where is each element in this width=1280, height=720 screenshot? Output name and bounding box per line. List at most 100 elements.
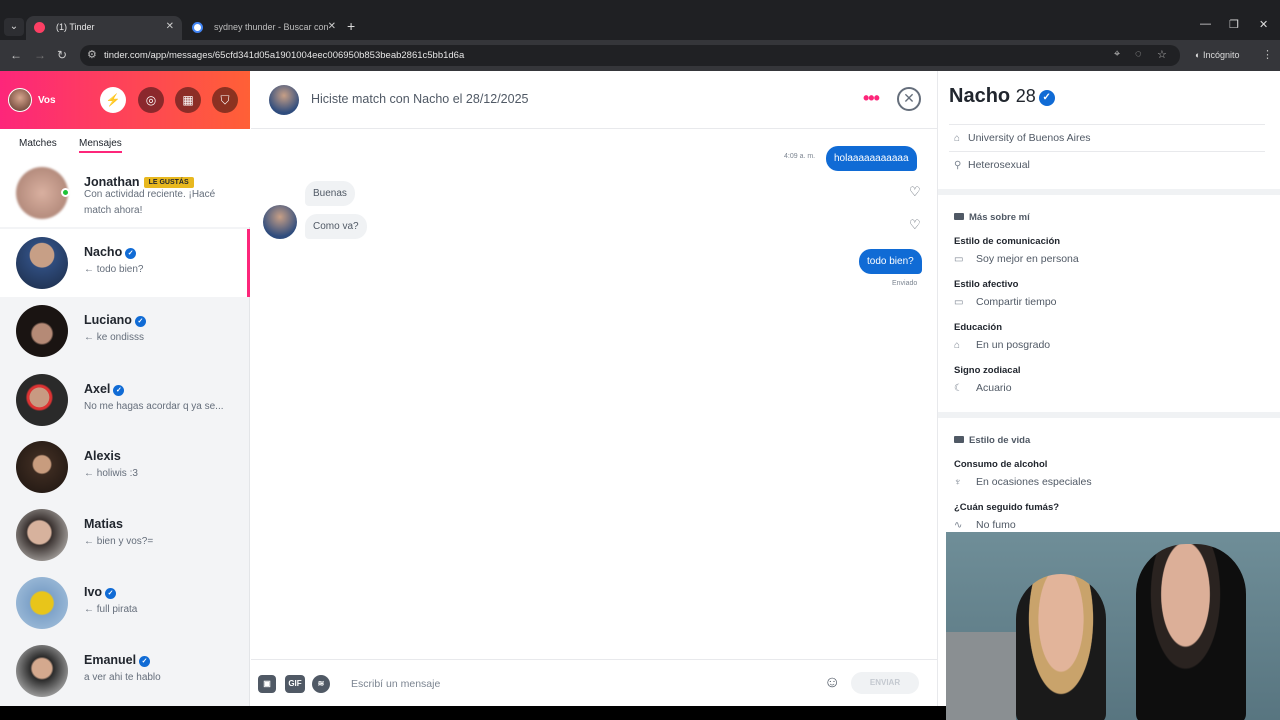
tab-messages[interactable]: Mensajes xyxy=(79,138,122,153)
gif-button[interactable]: GIF xyxy=(285,675,305,693)
send-button[interactable]: ENVIAR xyxy=(851,672,919,694)
conversation-item[interactable]: Luciano ✓ ← ke ondisss xyxy=(0,297,250,365)
alcohol-value: ♆ En ocasiones especiales xyxy=(954,476,1092,488)
emoji-icon[interactable]: ☺ xyxy=(824,674,840,692)
conversation-item[interactable]: Axel ✓ No me hagas acordar q ya se... xyxy=(0,366,250,434)
message-outgoing[interactable]: holaaaaaaaaaaa xyxy=(826,146,917,171)
address-bar-area: ← → ↻ ⚙ tinder.com/app/messages/65cfd341… xyxy=(0,40,1280,71)
browser-tab-google[interactable]: sydney thunder - Buscar con G... ✕ xyxy=(184,16,344,54)
conversation-name: Emanuel ✓ xyxy=(84,653,151,667)
verified-icon: ✓ xyxy=(139,656,151,667)
smoking-label: ¿Cuán seguido fumás? xyxy=(954,502,1060,513)
eye-off-icon[interactable]: ◌ xyxy=(1135,48,1142,60)
boost-icon[interactable]: ⚡ xyxy=(100,87,126,113)
my-profile-label[interactable]: Vos xyxy=(38,95,56,106)
message-timestamp: 4:09 a. m. xyxy=(784,153,816,160)
conversation-item[interactable]: Jonathan LE GUSTÁS Con actividad reciente… xyxy=(0,159,250,227)
close-chat-icon[interactable]: ✕ xyxy=(897,87,921,111)
conversation-name: Matias xyxy=(84,517,123,531)
chat-panel: Hiciste match con Nacho el 28/12/2025 ••… xyxy=(251,71,937,706)
communication-value: ▭ Soy mejor en persona xyxy=(954,253,1079,265)
like-message-icon[interactable]: ♡ xyxy=(909,217,921,233)
message-outgoing[interactable]: todo bien? xyxy=(859,249,922,274)
close-window-icon[interactable]: ✕ xyxy=(1259,18,1268,31)
verified-icon: ✓ xyxy=(113,385,125,396)
reload-icon[interactable]: ↻ xyxy=(57,48,67,62)
conversation-item[interactable]: Emanuel ✓ a ver ahi te hablo xyxy=(0,637,250,705)
briefcase-icon[interactable]: ▦ xyxy=(175,87,201,113)
spotify-icon[interactable]: ≋ xyxy=(312,675,330,693)
profile-age: 28 xyxy=(1015,86,1036,106)
more-about-heading: Más sobre mí xyxy=(954,212,1030,223)
tag-icon xyxy=(954,436,964,443)
browser-menu-icon[interactable]: ⋮ xyxy=(1262,48,1273,61)
site-info-icon[interactable]: ⚙ xyxy=(87,48,97,61)
incognito-icon: ◐ xyxy=(1195,50,1203,60)
incognito-label: Incógnito xyxy=(1202,50,1240,60)
avatar xyxy=(16,645,68,697)
sidebar-header: Vos ⚡ ◎ ▦ ⛉ xyxy=(0,71,250,129)
zodiac-value: ☾ Acuario xyxy=(954,382,1012,394)
bookmark-star-icon[interactable]: ☆ xyxy=(1157,48,1167,61)
message-status: Enviado xyxy=(892,280,918,287)
avatar xyxy=(16,374,68,426)
browser-tab-tinder[interactable]: (1) Tinder ✕ xyxy=(26,16,182,40)
avatar xyxy=(16,305,68,357)
location-icon[interactable]: ⌖ xyxy=(1114,48,1120,61)
conversation-name: Luciano ✓ xyxy=(84,313,146,327)
wine-glass-icon: ♆ xyxy=(954,477,962,488)
message-input[interactable] xyxy=(351,674,811,694)
maximize-icon[interactable]: ❐ xyxy=(1229,18,1239,31)
smoking-icon: ∿ xyxy=(954,520,963,531)
sidebar: Vos ⚡ ◎ ▦ ⛉ Matches Mensajes Jonathan LE … xyxy=(0,71,250,706)
avatar xyxy=(16,509,68,561)
message-incoming[interactable]: Buenas xyxy=(305,181,355,206)
education-icon: ⌂ xyxy=(954,133,961,144)
explore-icon[interactable]: ◎ xyxy=(138,87,164,113)
google-favicon-icon xyxy=(192,22,203,33)
avatar xyxy=(16,237,68,289)
heart-bubble-icon: ▭ xyxy=(954,297,964,308)
conversation-item[interactable]: Nacho ✓ ← todo bien? xyxy=(0,229,250,297)
section-separator xyxy=(938,189,1280,195)
message-incoming[interactable]: Como va? xyxy=(305,214,367,239)
tab-search-button[interactable]: ⌄ xyxy=(4,18,24,36)
conversation-preview: ← bien y vos?= xyxy=(84,536,154,547)
minimize-icon[interactable]: — xyxy=(1200,18,1211,30)
match-avatar-small xyxy=(263,205,297,239)
url-text[interactable]: tinder.com/app/messages/65cfd341d05a1901… xyxy=(104,50,464,61)
chat-bubble-icon: ▭ xyxy=(954,254,964,265)
profile-education: ⌂ University of Buenos Aires xyxy=(954,132,1091,144)
lifestyle-heading: Estilo de vida xyxy=(954,435,1030,446)
tab-matches[interactable]: Matches xyxy=(19,138,57,149)
smoking-value: ∿ No fumo xyxy=(954,519,1016,531)
verified-icon: ✓ xyxy=(105,588,117,599)
new-tab-icon[interactable]: + xyxy=(347,18,355,34)
forward-icon[interactable]: → xyxy=(34,48,46,62)
conversation-item[interactable]: Alexis ← holiwis :3 xyxy=(0,433,250,501)
conversation-preview: No me hagas acordar q ya se... xyxy=(84,401,224,412)
verified-icon: ✓ xyxy=(125,248,137,259)
conversation-item[interactable]: Matias ← bien y vos?= xyxy=(0,501,250,569)
conversation-name: Ivo ✓ xyxy=(84,585,117,599)
chat-header: Hiciste match con Nacho el 28/12/2025 ••… xyxy=(251,71,937,129)
sticker-icon[interactable]: ▣ xyxy=(258,675,276,693)
incognito-indicator[interactable]: ◐ Incógnito xyxy=(1195,50,1239,60)
conversation-preview: ← full pirata xyxy=(84,604,138,615)
conversation-item[interactable]: Ivo ✓ ← full pirata xyxy=(0,569,250,637)
my-avatar[interactable] xyxy=(8,88,32,112)
back-icon[interactable]: ← xyxy=(10,48,22,62)
love-style-value: ▭ Compartir tiempo xyxy=(954,296,1057,308)
close-tab-icon[interactable]: ✕ xyxy=(166,16,174,38)
graduation-cap-icon: ⌂ xyxy=(954,340,961,351)
match-date-text: Hiciste match con Nacho el 28/12/2025 xyxy=(311,92,529,106)
more-options-icon[interactable]: ••• xyxy=(863,88,880,109)
online-indicator xyxy=(61,188,70,197)
shield-icon[interactable]: ⛉ xyxy=(212,87,238,113)
tab-title: (1) Tinder xyxy=(56,22,95,32)
like-message-icon[interactable]: ♡ xyxy=(909,184,921,200)
match-avatar[interactable] xyxy=(269,85,299,115)
love-style-label: Estilo afectivo xyxy=(954,279,1019,290)
tinder-favicon-icon xyxy=(34,22,45,33)
close-tab-icon[interactable]: ✕ xyxy=(328,16,336,38)
